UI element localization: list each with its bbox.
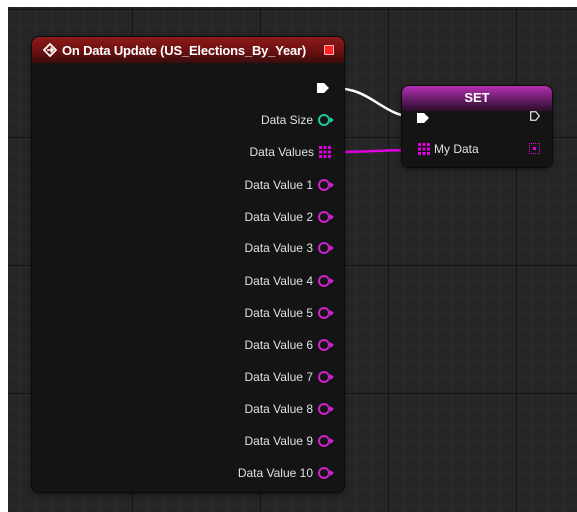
object-pin-icon[interactable]	[318, 179, 334, 191]
pin-row-data-value-9[interactable]: Data Value 9	[244, 432, 334, 450]
pin-row-data-value-3[interactable]: Data Value 3	[244, 239, 334, 257]
pin-label: Data Values	[249, 145, 314, 159]
pin-label: Data Size	[260, 113, 313, 127]
delegate-output-pin[interactable]	[324, 45, 334, 55]
on-data-update-event-node[interactable]: On Data Update (US_Elections_By_Year) Da…	[32, 37, 344, 492]
event-node-title: On Data Update (US_Elections_By_Year)	[62, 42, 307, 58]
pin-row-data-value-7[interactable]: Data Value 7	[244, 368, 334, 386]
pin-row-data-value-8[interactable]: Data Value 8	[244, 400, 334, 418]
array-pin-icon[interactable]	[418, 143, 430, 155]
my-data-input-row[interactable]: My Data	[418, 142, 479, 156]
set-variable-node[interactable]: SET My Data	[402, 86, 552, 167]
array-pin-icon[interactable]	[319, 146, 331, 158]
object-pin-icon[interactable]	[318, 275, 334, 287]
pin-label: Data Value 8	[244, 402, 314, 416]
pin-row-data-size[interactable]: Data Size	[260, 111, 334, 129]
pin-label: Data Value 6	[244, 338, 314, 352]
pin-row-data-value-6[interactable]: Data Value 6	[244, 336, 334, 354]
int-pin-icon[interactable]	[318, 114, 334, 126]
object-pin-icon[interactable]	[318, 211, 334, 223]
pin-label: Data Value 5	[244, 306, 314, 320]
pin-row-data-values[interactable]: Data Values	[250, 143, 331, 161]
event-diamond-icon	[43, 43, 57, 57]
exec-input-pin[interactable]	[416, 112, 430, 124]
object-pin-icon[interactable]	[318, 307, 334, 319]
variable-label: My Data	[434, 142, 479, 156]
pin-row-data-value-1[interactable]: Data Value 1	[244, 176, 334, 194]
object-pin-icon[interactable]	[318, 467, 334, 479]
object-pin-icon[interactable]	[318, 371, 334, 383]
pin-label: Data Value 10	[237, 466, 313, 480]
pin-row-data-value-4[interactable]: Data Value 4	[244, 272, 334, 290]
pin-label: Data Value 4	[244, 274, 314, 288]
set-node-title: SET	[402, 86, 552, 111]
array-output-pin-icon[interactable]	[529, 143, 540, 154]
exec-output-pin-outline[interactable]	[528, 110, 542, 122]
pin-row-data-value-5[interactable]: Data Value 5	[244, 304, 334, 322]
object-pin-icon[interactable]	[318, 242, 334, 254]
pin-label: Data Value 7	[244, 370, 314, 384]
pin-label: Data Value 9	[244, 434, 314, 448]
pin-label: Data Value 2	[244, 210, 314, 224]
pin-row-data-value-10[interactable]: Data Value 10	[237, 464, 334, 482]
pin-label: Data Value 3	[244, 241, 314, 255]
exec-output-pin[interactable]	[316, 82, 330, 94]
event-node-header[interactable]: On Data Update (US_Elections_By_Year)	[32, 37, 344, 63]
object-pin-icon[interactable]	[318, 403, 334, 415]
object-pin-icon[interactable]	[318, 339, 334, 351]
pin-label: Data Value 1	[244, 178, 314, 192]
pin-row-data-value-2[interactable]: Data Value 2	[244, 208, 334, 226]
object-pin-icon[interactable]	[318, 435, 334, 447]
